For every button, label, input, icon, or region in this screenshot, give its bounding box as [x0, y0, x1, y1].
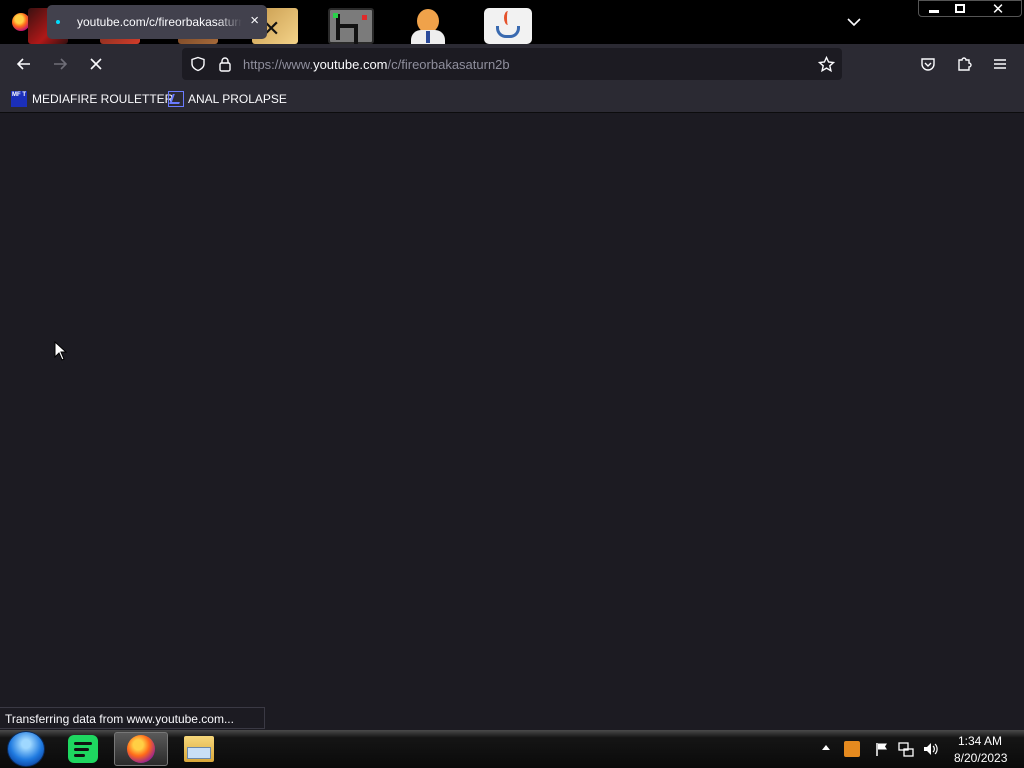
firefox-icon	[127, 735, 155, 763]
tab-youtube[interactable]: youtube.com/c/fireorbakasaturn2b ×	[47, 5, 267, 39]
hamburger-menu-icon	[994, 59, 1006, 69]
spotify-icon	[68, 735, 98, 763]
show-hidden-icons-button[interactable]	[822, 745, 830, 750]
mediafire-icon: MF T	[11, 91, 27, 107]
app-menu-button[interactable]	[990, 54, 1010, 74]
list-all-tabs-button[interactable]	[845, 13, 863, 31]
tab-strip: ✕ youtube.com/c/fireorbakasaturn2b × ✕	[0, 0, 1024, 46]
clock-time[interactable]: 1:34 AM	[958, 734, 1002, 748]
tab-loading-indicator	[56, 20, 60, 24]
status-bar-text: Transferring data from www.youtube.com..…	[0, 707, 265, 729]
java-icon[interactable]	[484, 8, 532, 44]
volume-icon[interactable]	[922, 741, 938, 757]
back-arrow-icon	[16, 58, 30, 70]
bookmark-anal-prolapse[interactable]: ANAL PROLAPSE	[168, 89, 287, 109]
tray-app-icon[interactable]	[844, 741, 860, 757]
close-window-button[interactable]: ✕	[983, 1, 1013, 18]
pocket-icon	[921, 58, 935, 71]
puzzle-icon	[958, 57, 972, 71]
address-bar[interactable]: https://www.youtube.com/c/fireorbakasatu…	[182, 48, 842, 80]
shield-icon[interactable]	[190, 56, 206, 72]
stop-loading-icon	[90, 58, 102, 70]
folder-icon	[184, 736, 214, 762]
forward-button[interactable]	[50, 54, 70, 74]
sigma-bookmark-icon	[168, 91, 184, 107]
forward-arrow-icon	[54, 58, 68, 70]
extensions-button[interactable]	[954, 54, 974, 74]
taskbar-firefox[interactable]	[114, 732, 168, 766]
bookmark-label: MEDIAFIRE ROULETTER	[32, 92, 174, 106]
stop-button[interactable]	[86, 54, 106, 74]
user-doctor-icon[interactable]	[406, 8, 452, 46]
url-path: /c/fireorbakasaturn2b	[387, 57, 510, 72]
action-center-flag-icon[interactable]	[874, 741, 890, 757]
taskbar-file-explorer[interactable]	[172, 732, 226, 766]
mouse-cursor-icon	[54, 341, 68, 361]
restore-icon	[955, 4, 965, 13]
chevron-down-icon	[847, 18, 861, 27]
taskbar-spotify[interactable]	[56, 732, 110, 766]
url-host: youtube.com	[313, 57, 388, 72]
back-button[interactable]	[14, 54, 34, 74]
restore-button[interactable]	[947, 1, 973, 16]
tab-title: youtube.com/c/fireorbakasaturn2b	[77, 15, 242, 29]
pocket-button[interactable]	[918, 54, 938, 74]
start-button[interactable]	[7, 731, 45, 767]
url-field[interactable]: https://www.youtube.com/c/fireorbakasatu…	[243, 57, 510, 72]
navigation-toolbar: https://www.youtube.com/c/fireorbakasatu…	[0, 44, 1024, 84]
window-controls: ✕	[918, 0, 1022, 18]
taskbar: 1:34 AM 8/20/2023	[0, 730, 1024, 768]
bookmark-label: ANAL PROLAPSE	[188, 92, 287, 106]
minimize-icon	[929, 10, 939, 13]
tab-close-button[interactable]: ×	[250, 13, 259, 29]
maze-game-icon[interactable]	[328, 8, 374, 44]
clock-date[interactable]: 8/20/2023	[954, 751, 1007, 765]
page-content[interactable]	[0, 113, 1024, 730]
star-icon[interactable]	[818, 56, 835, 73]
url-scheme: https://www.	[243, 57, 314, 72]
network-icon[interactable]	[898, 741, 914, 757]
minimize-button[interactable]	[919, 1, 949, 16]
lock-icon[interactable]	[218, 56, 232, 72]
bookmarks-toolbar: MF T MEDIAFIRE ROULETTER ANAL PROLAPSE	[0, 84, 1024, 113]
bookmark-mediafire-rouletter[interactable]: MF T MEDIAFIRE ROULETTER	[11, 89, 173, 109]
